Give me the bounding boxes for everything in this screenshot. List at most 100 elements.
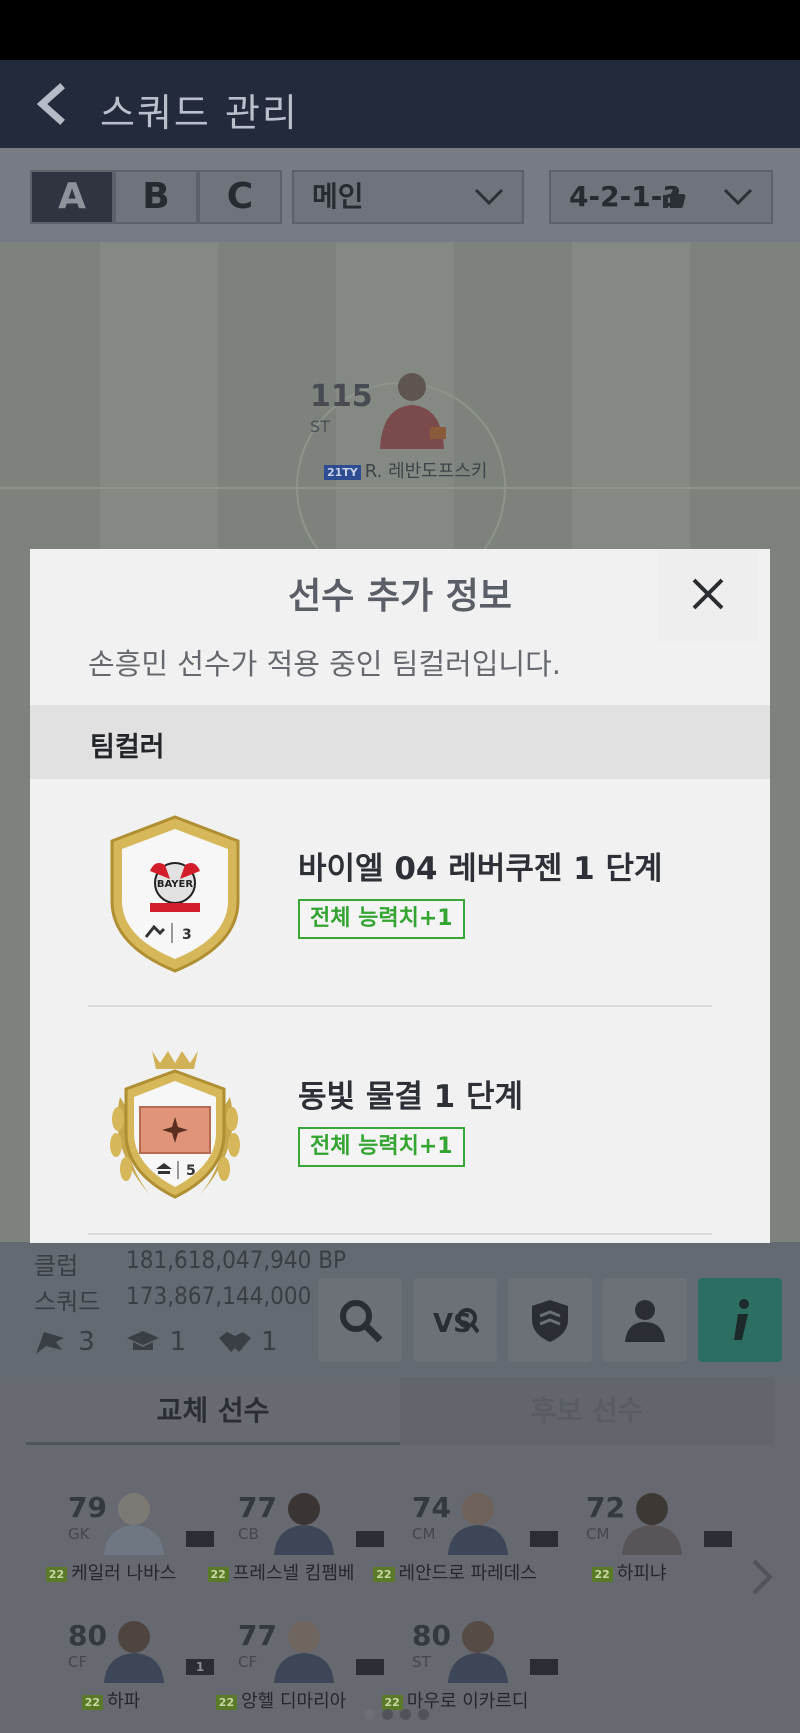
card-name: 앙헬 디마리아 xyxy=(241,1691,347,1712)
club-label: 클럽 xyxy=(34,1252,79,1280)
tactics-button[interactable] xyxy=(508,1278,592,1362)
card-name: 레안드로 파레데스 xyxy=(398,1563,537,1584)
card-position: CF xyxy=(68,1653,88,1671)
manager-button[interactable] xyxy=(603,1278,687,1362)
status-bar xyxy=(0,0,800,60)
player-portrait xyxy=(274,1493,334,1555)
squad-info-bar: 클럽 181,618,047,940 BP 스쿼드 173,867,144,00… xyxy=(0,1242,800,1377)
card-chip xyxy=(704,1531,732,1547)
card-name-row: 22 앙헬 디마리아 xyxy=(196,1687,366,1713)
season-badge: 22 xyxy=(591,1566,613,1582)
page-dot xyxy=(382,1709,393,1720)
player-ovr: 115 xyxy=(310,379,373,414)
svg-text:BAYER: BAYER xyxy=(157,879,193,890)
team-color-effect: 전체 능력치+1 xyxy=(298,899,465,939)
flag-icon xyxy=(36,1331,64,1354)
squad-toolbar: A B C 메인 4-2-1-3 xyxy=(0,148,800,242)
section-header: 팀컬러 xyxy=(30,705,770,779)
badge-count: 3 xyxy=(182,927,192,943)
formation-dropdown[interactable]: 4-2-1-3 xyxy=(549,170,773,224)
season-badge: 21TY xyxy=(324,464,361,480)
chevron-down-icon xyxy=(723,188,753,206)
sub-player-card[interactable]: 72 CM 22 하피냐 xyxy=(544,1485,732,1605)
tab-substitutes[interactable]: 교체 선수 xyxy=(26,1377,400,1445)
page-dot xyxy=(418,1709,429,1720)
team-color-item: BAYER 3 바이엘 04 레버쿠젠 1 단계 전체 능력치+1 xyxy=(30,779,770,1007)
player-portrait xyxy=(104,1621,164,1683)
card-name: 하파 xyxy=(107,1691,141,1712)
flag-count: 3 xyxy=(78,1326,95,1357)
player-name-row: 21TY R. 레반도프스키 xyxy=(324,457,487,483)
chevron-down-icon xyxy=(474,188,504,206)
squad-select-dropdown[interactable]: 메인 xyxy=(292,170,524,224)
back-arrow-icon[interactable] xyxy=(30,82,74,126)
sub-player-card[interactable]: 77 CB 22 프레스넬 킴펨베 xyxy=(196,1485,384,1605)
squad-value: 173,867,144,000 BP xyxy=(126,1282,347,1310)
team-color-name: 바이엘 04 레버쿠젠 1 단계 xyxy=(298,851,663,887)
hands-count: 1 xyxy=(260,1326,278,1357)
card-chip xyxy=(530,1659,558,1675)
card-name-row: 22 레안드로 파레데스 xyxy=(370,1559,540,1585)
season-badge: 22 xyxy=(373,1566,395,1582)
card-position: CF xyxy=(238,1653,258,1671)
page-title: 스쿼드 관리 xyxy=(100,91,299,135)
card-name-row: 22 하피냐 xyxy=(544,1559,714,1585)
info-icon xyxy=(734,1299,749,1340)
modal-subtitle: 손흥민 선수가 적용 중인 팀컬러입니다. xyxy=(88,647,561,681)
close-button[interactable] xyxy=(658,549,758,643)
handshake-icon xyxy=(218,1331,251,1352)
card-name-row: 22 케일러 나바스 xyxy=(26,1559,196,1585)
page-dot xyxy=(364,1709,375,1720)
thumbs-up-icon xyxy=(663,186,686,208)
card-name: 하피냐 xyxy=(616,1563,667,1584)
team-color-summary: 3 1 1 xyxy=(34,1326,278,1362)
squad-select-value: 메인 xyxy=(312,180,364,213)
team-color-modal: 선수 추가 정보 손흥민 선수가 적용 중인 팀컬러입니다. 팀컬러 BAYER… xyxy=(30,549,770,1243)
substitutes-panel: 교체 선수 후보 선수 79 GK 22 케일러 나바스 77 CB 22 프레스넬… xyxy=(0,1377,800,1733)
player-position: ST xyxy=(310,417,330,436)
team-color-name: 동빛 물결 1 단계 xyxy=(298,1079,524,1115)
info-button[interactable] xyxy=(698,1278,782,1362)
sub-player-card[interactable]: 79 GK 22 케일러 나바스 xyxy=(26,1485,214,1605)
club-shield-badge-icon: BAYER 3 xyxy=(110,815,240,973)
card-position: CM xyxy=(412,1525,436,1543)
team-color-effect: 전체 능력치+1 xyxy=(298,1127,465,1167)
search-button[interactable] xyxy=(318,1278,402,1362)
sub-player-card[interactable]: 80 CF 1 22 하파 xyxy=(26,1613,214,1733)
cap-count: 1 xyxy=(169,1326,187,1357)
squad-tab-b[interactable]: B xyxy=(114,170,198,224)
player-portrait xyxy=(448,1621,508,1683)
laurel-crest-badge-icon: 5 xyxy=(110,1051,240,1199)
chevron-right-icon[interactable] xyxy=(748,1557,776,1597)
sub-player-card[interactable]: 74 CM 22 레안드로 파레데스 xyxy=(370,1485,558,1605)
club-value: 181,618,047,940 BP xyxy=(126,1246,347,1274)
subs-tabs: 교체 선수 후보 선수 xyxy=(26,1377,774,1445)
player-portrait xyxy=(380,373,446,449)
season-badge: 22 xyxy=(81,1694,104,1710)
player-portrait xyxy=(104,1493,164,1555)
player-portrait xyxy=(448,1493,508,1555)
card-name-row: 22 하파 xyxy=(26,1687,196,1713)
pitch-player-card[interactable]: 115 ST 21TY R. 레반도프스키 xyxy=(310,367,490,482)
sub-player-card[interactable]: 77 CF 22 앙헬 디마리아 xyxy=(196,1613,384,1733)
app-bar: 스쿼드 관리 xyxy=(0,60,800,148)
versus-button[interactable]: VS xyxy=(413,1278,497,1362)
page-indicator xyxy=(364,1705,436,1720)
squad-label: 스쿼드 xyxy=(34,1288,101,1316)
card-name-row: 22 프레스넬 킴펨베 xyxy=(196,1559,366,1585)
person-icon xyxy=(625,1300,665,1342)
graduation-cap-icon xyxy=(127,1330,160,1350)
player-name: R. 레반도프스키 xyxy=(364,461,488,482)
card-position: ST xyxy=(412,1653,431,1671)
card-position: CM xyxy=(586,1525,610,1543)
season-badge: 22 xyxy=(207,1566,229,1582)
squad-tab-c[interactable]: C xyxy=(198,170,282,224)
page-dot xyxy=(400,1709,411,1720)
divider xyxy=(88,1233,712,1235)
badge-count: 5 xyxy=(186,1163,196,1179)
player-portrait xyxy=(622,1493,682,1555)
search-icon xyxy=(340,1300,383,1343)
squad-tab-a[interactable]: A xyxy=(30,170,114,224)
shield-icon xyxy=(532,1300,568,1342)
tab-reserves[interactable]: 후보 선수 xyxy=(400,1377,774,1445)
